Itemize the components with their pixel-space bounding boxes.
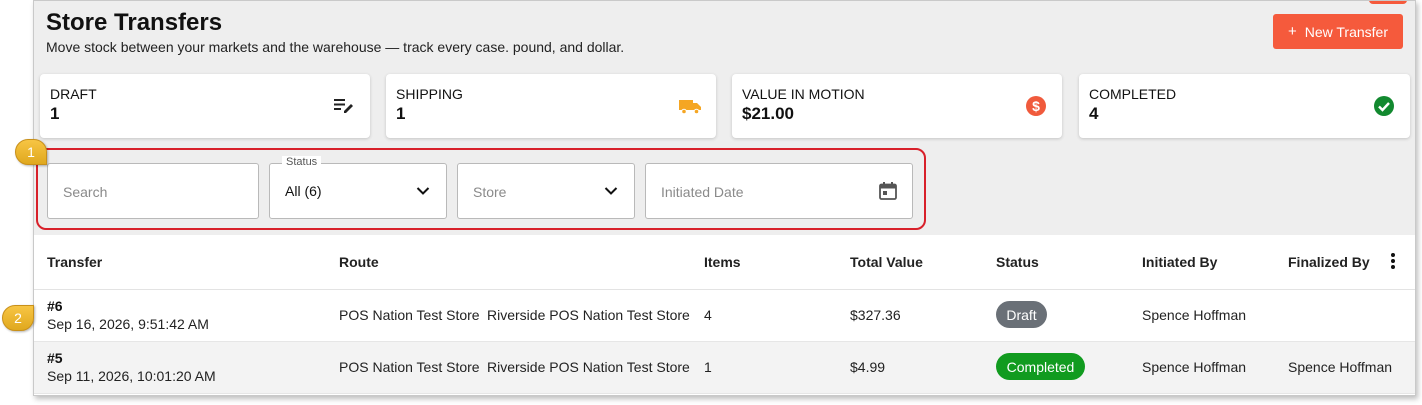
- initiated-by: Spence Hoffman: [1142, 359, 1247, 375]
- stat-value: 1: [50, 104, 60, 123]
- dollar-icon: $: [1026, 96, 1046, 116]
- finalized-by: Spence Hoffman: [1288, 359, 1393, 375]
- plus-icon: +: [1287, 23, 1297, 40]
- route-to: Riverside POS Nation Test Store: [487, 307, 690, 323]
- column-header-total-value[interactable]: Total Value: [850, 254, 923, 270]
- search-input[interactable]: [63, 184, 243, 200]
- status-badge: Draft: [996, 301, 1047, 328]
- page-title: Store Transfers: [46, 9, 223, 36]
- store-select[interactable]: Store: [457, 163, 635, 219]
- new-transfer-label: New Transfer: [1304, 23, 1388, 40]
- route-from: POS Nation Test Store: [339, 307, 480, 323]
- stat-label: SHIPPING: [396, 86, 463, 102]
- stat-value: $21.00: [742, 104, 794, 123]
- transfer-id[interactable]: #6: [47, 298, 63, 314]
- new-transfer-button[interactable]: + New Transfer: [1273, 14, 1403, 49]
- table-row[interactable]: #5 Sep 11, 2026, 10:01:20 AM POS Nation …: [34, 342, 1415, 394]
- column-header-items[interactable]: Items: [704, 254, 741, 270]
- items-count: 1: [704, 359, 712, 375]
- status-value: All (6): [285, 183, 322, 199]
- items-count: 4: [704, 307, 712, 323]
- transfer-date: Sep 11, 2026, 10:01:20 AM: [47, 368, 216, 384]
- stat-card-shipping: SHIPPING 1: [386, 74, 716, 138]
- store-placeholder: Store: [473, 184, 507, 200]
- callout-marker-2: 2: [2, 305, 34, 331]
- column-header-route[interactable]: Route: [339, 254, 379, 270]
- corner-tab: [1369, 1, 1407, 4]
- column-header-initiated-by[interactable]: Initiated By: [1142, 254, 1217, 270]
- status-label: Status: [282, 156, 322, 168]
- callout-marker-1: 1: [15, 139, 47, 165]
- edit-list-icon: [334, 99, 353, 113]
- total-value: $327.36: [850, 307, 901, 323]
- stat-card-value-in-motion: VALUE IN MOTION $21.00 $: [732, 74, 1062, 138]
- date-placeholder: Initiated Date: [661, 184, 744, 200]
- table-header: Transfer Route Items Total Value Status …: [34, 235, 1415, 290]
- column-header-finalized-by[interactable]: Finalized By: [1288, 254, 1370, 270]
- route-to: Riverside POS Nation Test Store: [487, 359, 690, 375]
- stat-label: VALUE IN MOTION: [742, 86, 865, 102]
- route-from: POS Nation Test Store: [339, 359, 480, 375]
- stat-card-draft: DRAFT 1: [40, 74, 370, 138]
- stat-value: 1: [396, 104, 406, 123]
- initiated-by: Spence Hoffman: [1142, 307, 1247, 323]
- total-value: $4.99: [850, 359, 886, 375]
- chevron-down-icon: [604, 187, 618, 195]
- store-transfers-window: Store Transfers Move stock between your …: [33, 0, 1416, 396]
- status-badge: Completed: [996, 353, 1085, 380]
- calendar-icon[interactable]: [878, 181, 898, 201]
- table-row[interactable]: #6 Sep 16, 2026, 9:51:42 AM POS Nation T…: [34, 290, 1415, 342]
- initiated-date-field[interactable]: Initiated Date: [645, 163, 913, 219]
- transfer-id[interactable]: #5: [47, 350, 63, 366]
- stat-label: DRAFT: [50, 86, 97, 102]
- check-circle-icon: [1374, 96, 1394, 116]
- column-header-status[interactable]: Status: [996, 254, 1039, 270]
- more-options-icon[interactable]: [1390, 252, 1396, 270]
- search-field[interactable]: [47, 163, 259, 219]
- transfer-date: Sep 16, 2026, 9:51:42 AM: [47, 316, 209, 332]
- svg-text:$: $: [1032, 98, 1040, 114]
- truck-icon: [679, 100, 701, 115]
- stat-card-completed: COMPLETED 4: [1079, 74, 1410, 138]
- chevron-down-icon: [416, 187, 430, 195]
- page-subtitle: Move stock between your markets and the …: [46, 39, 625, 55]
- column-header-transfer[interactable]: Transfer: [47, 254, 102, 270]
- status-select[interactable]: Status All (6): [269, 156, 447, 219]
- stat-value: 4: [1089, 104, 1099, 123]
- stat-label: COMPLETED: [1089, 86, 1177, 102]
